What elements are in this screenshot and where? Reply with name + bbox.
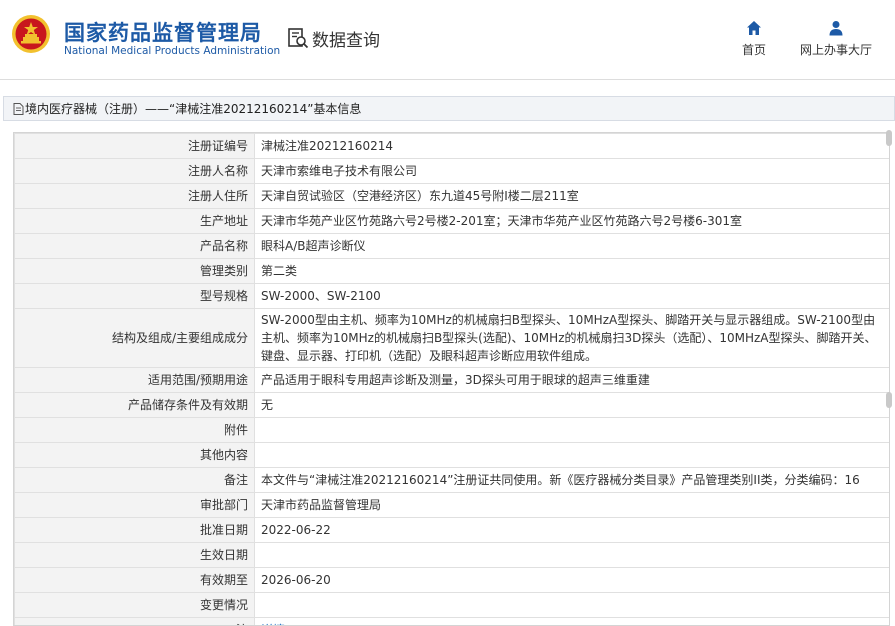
user-icon	[829, 21, 843, 36]
row-label: 附件	[14, 417, 255, 443]
site-header: 国家药品监督管理局 National Medical Products Admi…	[0, 0, 895, 80]
details-table: 注册证编号 津械注准20212160214 注册人名称 天津市索维电子技术有限公…	[14, 133, 889, 625]
table-row: 变更情况	[14, 592, 889, 618]
row-value	[254, 542, 889, 568]
table-row: 型号规格 SW-2000、SW-2100	[14, 283, 889, 309]
table-row: 有效期至 2026-06-20	[14, 567, 889, 593]
row-value: 津械注准20212160214	[254, 133, 889, 159]
table-row: 产品名称 眼科A/B超声诊断仪	[14, 233, 889, 259]
table-row: 结构及组成/主要组成成分 SW-2000型由主机、频率为10MHz的机械扇扫B型…	[14, 308, 889, 368]
row-label: 有效期至	[14, 567, 255, 593]
details-table-container[interactable]: 注册证编号 津械注准20212160214 注册人名称 天津市索维电子技术有限公…	[13, 132, 890, 626]
row-value: 天津市索维电子技术有限公司	[254, 158, 889, 184]
table-row: 备注 本文件与“津械注准20212160214”注册证共同使用。新《医疗器械分类…	[14, 467, 889, 493]
breadcrumb-text: 境内医疗器械（注册）——“津械注准20212160214”基本信息	[25, 102, 362, 116]
nav-home-label: 首页	[742, 43, 767, 57]
row-label: 适用范围/预期用途	[14, 367, 255, 393]
row-label: 审批部门	[14, 492, 255, 518]
note-label: 注	[14, 617, 255, 625]
row-label: 注册证编号	[14, 133, 255, 159]
row-value: 第二类	[254, 258, 889, 284]
nav-online-service-hall-label: 网上办事大厅	[800, 43, 873, 57]
row-value: 眼科A/B超声诊断仪	[254, 233, 889, 259]
row-value: 2026-06-20	[254, 567, 889, 593]
row-label: 型号规格	[14, 283, 255, 309]
table-row: 生效日期	[14, 542, 889, 568]
table-row: 注册证编号 津械注准20212160214	[14, 133, 889, 159]
site-name-cn: 国家药品监督管理局	[64, 21, 262, 45]
row-value	[254, 417, 889, 443]
row-label: 备注	[14, 467, 255, 493]
row-value: 天津市华苑产业区竹苑路六号2号楼2-201室；天津市华苑产业区竹苑路六号2号楼6…	[254, 208, 889, 234]
home-icon	[747, 21, 761, 35]
row-value: 无	[254, 392, 889, 418]
row-value: 天津自贸试验区（空港经济区）东九道45号附I楼二层211室	[254, 183, 889, 209]
row-label: 生效日期	[14, 542, 255, 568]
row-value: 2022-06-22	[254, 517, 889, 543]
row-value: 详情	[254, 617, 889, 625]
row-value: SW-2000、SW-2100	[254, 283, 889, 309]
table-row: 批准日期 2022-06-22	[14, 517, 889, 543]
table-row: 附件	[14, 417, 889, 443]
table-row: 审批部门 天津市药品监督管理局	[14, 492, 889, 518]
national-emblem-icon	[12, 15, 50, 53]
data-query-title: 数据查询	[287, 26, 380, 51]
row-label: 生产地址	[14, 208, 255, 234]
site-name-en: National Medical Products Administration	[64, 45, 281, 57]
row-label: 注册人名称	[14, 158, 255, 184]
row-label: 注册人住所	[14, 183, 255, 209]
row-label: 结构及组成/主要组成成分	[14, 308, 255, 368]
section-title: 数据查询	[312, 30, 380, 51]
row-label: 管理类别	[14, 258, 255, 284]
document-search-icon	[288, 28, 309, 49]
row-label: 变更情况	[14, 592, 255, 618]
row-label: 产品名称	[14, 233, 255, 259]
row-value	[254, 442, 889, 468]
table-row: 产品储存条件及有效期 无	[14, 392, 889, 418]
table-row: 注册人住所 天津自贸试验区（空港经济区）东九道45号附I楼二层211室	[14, 183, 889, 209]
row-label: 其他内容	[14, 442, 255, 468]
row-label: 产品储存条件及有效期	[14, 392, 255, 418]
scrollbar-thumb[interactable]	[886, 130, 892, 146]
document-icon	[13, 102, 24, 115]
scrollbar-thumb[interactable]	[886, 392, 892, 408]
table-row: 生产地址 天津市华苑产业区竹苑路六号2号楼2-201室；天津市华苑产业区竹苑路六…	[14, 208, 889, 234]
table-row: 其他内容	[14, 442, 889, 468]
table-row: 适用范围/预期用途 产品适用于眼科专用超声诊断及测量，3D探头可用于眼球的超声三…	[14, 367, 889, 393]
nav-online-service-hall[interactable]: 网上办事大厅	[800, 20, 872, 58]
row-value: 产品适用于眼科专用超声诊断及测量，3D探头可用于眼球的超声三维重建	[254, 367, 889, 393]
table-row: 管理类别 第二类	[14, 258, 889, 284]
row-value: 天津市药品监督管理局	[254, 492, 889, 518]
row-value	[254, 592, 889, 618]
table-row: 注 详情	[14, 617, 889, 625]
row-label: 批准日期	[14, 517, 255, 543]
nav-home[interactable]: 首页	[742, 20, 766, 58]
table-row: 注册人名称 天津市索维电子技术有限公司	[14, 158, 889, 184]
breadcrumb: 境内医疗器械（注册）——“津械注准20212160214”基本信息	[3, 96, 895, 121]
row-value: SW-2000型由主机、频率为10MHz的机械扇扫B型探头、10MHzA型探头、…	[254, 308, 889, 368]
row-value: 本文件与“津械注准20212160214”注册证共同使用。新《医疗器械分类目录》…	[254, 467, 889, 493]
